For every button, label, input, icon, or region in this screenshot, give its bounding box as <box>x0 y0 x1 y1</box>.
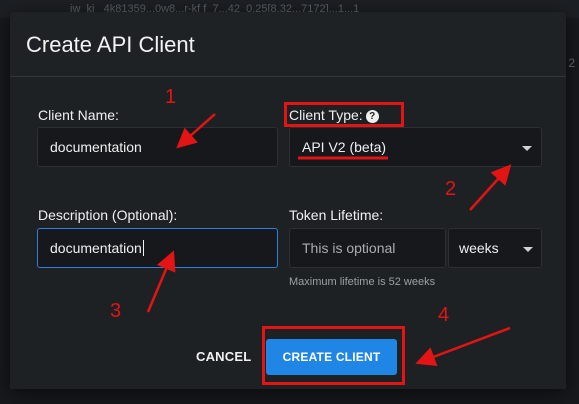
create-client-highlight-box <box>262 326 405 385</box>
chevron-down-icon <box>523 247 533 252</box>
text-cursor <box>142 240 144 256</box>
dialog-title: Create API Client <box>26 32 195 57</box>
client-name-label: Client Name: <box>38 107 119 123</box>
chevron-down-icon <box>522 146 532 151</box>
client-name-input[interactable]: documentation <box>37 127 278 167</box>
description-value: documentation <box>50 240 142 256</box>
token-lifetime-unit-select[interactable]: weeks <box>448 228 542 268</box>
dialog-header: Create API Client <box>10 12 566 77</box>
description-input[interactable]: documentation <box>37 228 278 268</box>
client-type-select[interactable]: API V2 (beta) <box>289 127 542 167</box>
token-lifetime-placeholder: This is optional <box>302 240 396 256</box>
client-type-selected: API V2 (beta) <box>302 139 387 155</box>
annotation-number-3: 3 <box>110 300 122 322</box>
token-lifetime-hint: Maximum lifetime is 52 weeks <box>289 276 436 288</box>
cancel-button[interactable]: CANCEL <box>196 349 251 364</box>
token-lifetime-label: Token Lifetime: <box>289 207 384 223</box>
background-side-text: 2 <box>568 56 575 70</box>
description-label: Description (Optional): <box>38 207 178 223</box>
annotation-number-1: 1 <box>165 86 177 108</box>
annotation-number-4: 4 <box>438 304 450 326</box>
token-lifetime-unit: weeks <box>459 240 499 256</box>
token-lifetime-input[interactable]: This is optional <box>289 228 446 268</box>
annotation-number-2: 2 <box>445 178 457 200</box>
client-type-highlight-box <box>284 102 404 127</box>
client-name-value: documentation <box>50 139 142 155</box>
